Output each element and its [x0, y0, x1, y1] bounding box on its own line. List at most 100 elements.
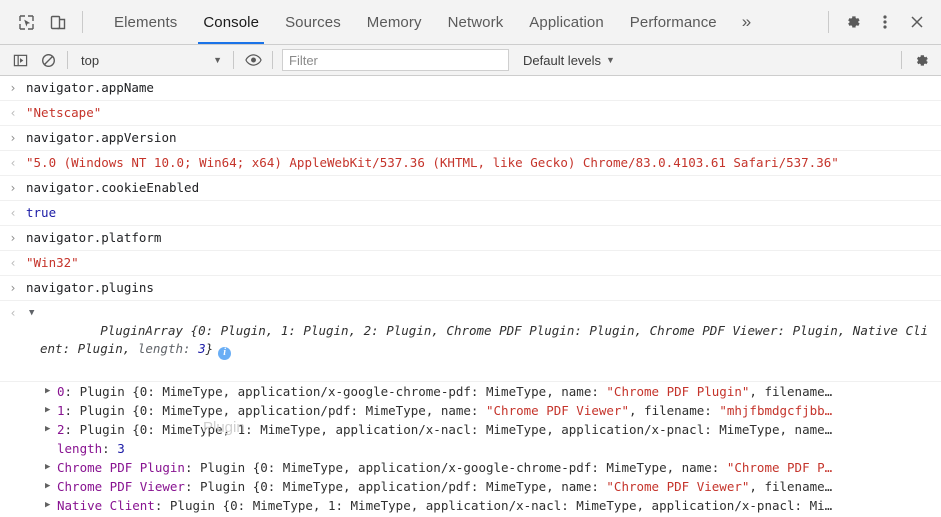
console-sidebar-glyph [13, 54, 27, 66]
property-preview-pre: {0: MimeType, 1: MimeType, application/x… [222, 497, 833, 513]
console-message-list[interactable]: › navigator.appName ‹ "Netscape" › navig… [0, 76, 941, 517]
console-row-input[interactable]: › navigator.appName [0, 76, 941, 101]
row-marker: › [0, 179, 26, 196]
property-separator: : [184, 478, 200, 494]
expand-triangle-icon[interactable]: ▶ [45, 382, 57, 401]
console-row-output[interactable]: ‹ "5.0 (Windows NT 10.0; Win64; x64) App… [0, 151, 941, 176]
property-string-value: "Chrome PDF Viewer" [606, 478, 750, 494]
toolbar-divider-2 [233, 51, 234, 69]
tab-console[interactable]: Console [190, 0, 272, 44]
console-input-expression: navigator.platform [26, 230, 162, 245]
input-marker-icon: › [10, 231, 16, 245]
object-property-row[interactable]: ▶ 1: Plugin {0: MimeType, application/pd… [0, 401, 941, 420]
console-output-value: "5.0 (Windows NT 10.0; Win64; x64) Apple… [26, 155, 839, 170]
expand-triangle-icon[interactable]: ▶ [45, 401, 57, 420]
console-row-input[interactable]: › navigator.platform [0, 226, 941, 251]
property-separator: : [64, 421, 80, 437]
console-row-input[interactable]: › navigator.plugins [0, 276, 941, 301]
input-marker-icon: › [10, 81, 16, 95]
tabbar-right-tools [820, 0, 941, 44]
object-property-row[interactable]: ▶ Chrome PDF Viewer: Plugin {0: MimeType… [0, 477, 941, 496]
tab-elements[interactable]: Elements [101, 0, 190, 44]
property-separator: : [102, 440, 118, 456]
object-property-row[interactable]: ▶ Native Client: Plugin {0: MimeType, 1:… [0, 496, 941, 515]
console-row-output[interactable]: ‹ "Netscape" [0, 101, 941, 126]
row-marker: ‹ [0, 154, 26, 171]
input-marker-icon: › [10, 181, 16, 195]
console-output-value: "Win32" [26, 255, 79, 270]
tab-sources[interactable]: Sources [272, 0, 354, 44]
console-row-output[interactable]: ‹ true [0, 201, 941, 226]
row-marker: › [0, 229, 26, 246]
eye-glyph [244, 54, 262, 66]
property-preview-post: , filename: [629, 402, 720, 418]
device-toolbar-icon[interactable] [42, 7, 74, 37]
expand-triangle-icon[interactable]: ▶ [45, 477, 57, 496]
property-key: 1 [57, 402, 65, 418]
output-marker-icon: ‹ [10, 106, 16, 120]
input-marker-icon: › [10, 281, 16, 295]
console-row-object-output[interactable]: ‹ ▼ PluginArray {0: Plugin, 1: Plugin, 2… [0, 301, 941, 382]
property-separator: : [64, 383, 80, 399]
property-preview-post: , filename… [749, 383, 833, 399]
property-constructor: Plugin [169, 497, 223, 513]
console-row-input[interactable]: › navigator.appVersion [0, 126, 941, 151]
live-expression-eye-icon[interactable] [239, 48, 267, 72]
object-property-row[interactable]: ▶ Chrome PDF Plugin: Plugin {0: MimeType… [0, 458, 941, 477]
panel-tabs: Elements Console Sources Memory Network … [95, 0, 820, 44]
property-constructor: Plugin [79, 402, 133, 418]
close-glyph [911, 16, 923, 28]
property-preview-pre: {0: MimeType, application/x-google-chrom… [132, 383, 607, 399]
property-key: 2 [57, 421, 65, 437]
output-marker-icon: ‹ [10, 256, 16, 270]
property-separator: : [154, 497, 170, 513]
property-preview-pre: {0: MimeType, application/pdf: MimeType,… [132, 402, 486, 418]
row-marker: ‹ [0, 104, 26, 121]
gear-glyph [848, 16, 860, 28]
row-marker: › [0, 79, 26, 96]
three-dot-menu-icon[interactable] [869, 7, 901, 37]
filter-input[interactable] [282, 49, 509, 71]
console-row-output[interactable]: ‹ "Win32" [0, 251, 941, 276]
inspect-cursor-icon[interactable] [10, 7, 42, 37]
console-settings-gear-icon[interactable] [907, 48, 935, 72]
clear-console-icon[interactable] [34, 48, 62, 72]
console-sidebar-icon[interactable] [6, 48, 34, 72]
property-number-value: 3 [117, 440, 125, 456]
gear-icon[interactable] [837, 7, 869, 37]
inspect-cursor-glyph [18, 14, 34, 30]
object-property-row-length[interactable]: length: 3 [0, 439, 941, 458]
property-separator: : [184, 459, 200, 475]
tabbar-right-divider [828, 11, 829, 33]
info-badge-icon[interactable]: i [218, 346, 232, 360]
close-icon[interactable] [901, 7, 933, 37]
row-marker: ‹ [0, 204, 26, 221]
tab-application[interactable]: Application [516, 0, 616, 44]
execution-context-select[interactable]: top ▼ [73, 49, 228, 71]
expand-triangle-icon[interactable]: ▶ [45, 458, 57, 477]
output-marker-icon: ‹ [10, 306, 16, 320]
object-property-content: length: 3 [57, 439, 941, 458]
property-string-value-2: "mhjfbmdgcfjbb… [719, 402, 833, 418]
tab-sources-label: Sources [285, 13, 341, 31]
property-preview-pre: {0: MimeType, 1: MimeType, application/x… [132, 421, 833, 437]
expand-triangle-icon[interactable]: ▶ [45, 420, 57, 439]
property-string-value: "Chrome PDF P… [726, 459, 833, 475]
toolbar-divider-1 [67, 51, 68, 69]
tab-memory[interactable]: Memory [354, 0, 435, 44]
object-property-row[interactable]: ▶ 0: Plugin {0: MimeType, application/x-… [0, 382, 941, 401]
object-type-name: PluginArray [100, 323, 184, 338]
object-property-row[interactable]: ▶ 2: Plugin {0: MimeType, 1: MimeType, a… [0, 420, 941, 439]
tab-network[interactable]: Network [435, 0, 517, 44]
more-tabs-label: » [741, 12, 752, 31]
expand-triangle-icon[interactable]: ▶ [45, 496, 57, 515]
console-input-expression: navigator.appVersion [26, 130, 177, 145]
more-tabs-button[interactable]: » [730, 0, 764, 44]
console-row-input[interactable]: › navigator.cookieEnabled [0, 176, 941, 201]
tab-performance[interactable]: Performance [617, 0, 730, 44]
clear-console-glyph [41, 53, 55, 67]
object-expand-triangle-icon[interactable]: ▼ [29, 304, 34, 323]
console-gear-glyph [916, 54, 928, 66]
log-levels-dropdown[interactable]: Default levels ▼ [523, 53, 615, 68]
object-property-content: Chrome PDF Plugin: Plugin {0: MimeType, … [57, 458, 941, 477]
